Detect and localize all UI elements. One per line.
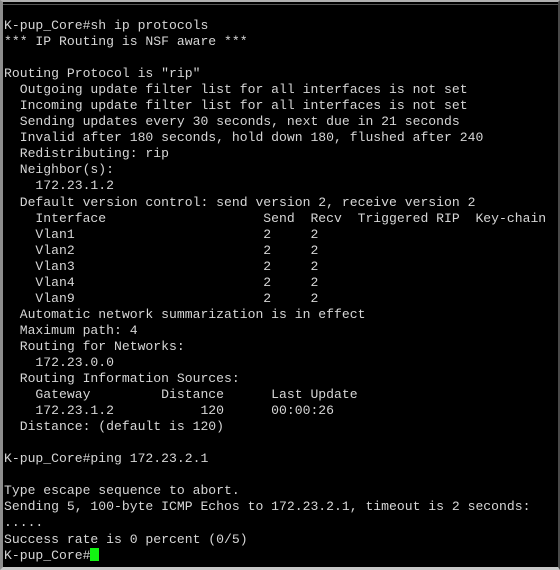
console-line: Vlan9 2 2 [4,290,319,306]
console-line: Invalid after 180 seconds, hold down 180… [4,130,484,146]
terminal-viewport[interactable]: K-pup_Core#sh ip protocols *** IP Routing… [3,4,558,565]
console-line: Type escape sequence to abort. [4,483,240,499]
console-line: K-pup_Core#ping 172.23.2.1 [4,451,209,467]
console-line: Maximum path: 4 [4,322,138,338]
console-line: Redistributing: rip [4,146,170,162]
console-line: Interface Send Recv Triggered RIP Key-ch… [4,210,547,226]
console-line: 172.23.1.2 120 00:00:26 [4,403,335,419]
console-line: Default version control: send version 2,… [4,194,476,210]
console-line: Vlan2 2 2 [4,242,319,258]
terminal-window: K-pup_Core#sh ip protocols *** IP Routing… [0,0,560,570]
console-line: Outgoing update filter list for all inte… [4,82,468,98]
console-line: Vlan4 2 2 [4,274,319,290]
console-line: Neighbor(s): [4,162,115,178]
console-line: 172.23.1.2 [4,178,115,194]
text-cursor [90,547,99,561]
console-line: Gateway Distance Last Update [4,387,358,403]
console-line: Routing Information Sources: [4,371,240,387]
console-line: Vlan3 2 2 [4,258,319,274]
console-line: Vlan1 2 2 [4,226,319,242]
console-line: ..... [4,515,44,531]
prompt-label: K-pup_Core# [4,547,91,563]
console-line: K-pup_Core#sh ip protocols [4,18,209,33]
console-line: Success rate is 0 percent (0/5) [4,531,248,547]
console-output[interactable]: K-pup_Core#sh ip protocols *** IP Routing… [3,5,558,564]
command-prompt-line[interactable]: K-pup_Core# [4,547,558,564]
console-line: Distance: (default is 120) [4,419,225,435]
console-line: 172.23.0.0 [4,354,115,370]
console-line: *** IP Routing is NSF aware *** [4,34,248,50]
console-line: Incoming update filter list for all inte… [4,98,468,114]
console-line: Automatic network summarization is in ef… [4,306,366,322]
console-line: Routing for Networks: [4,338,185,354]
console-line: Routing Protocol is "rip" [4,66,201,82]
console-line: Sending updates every 30 seconds, next d… [4,114,460,130]
console-line: Sending 5, 100-byte ICMP Echos to 172.23… [4,499,531,515]
